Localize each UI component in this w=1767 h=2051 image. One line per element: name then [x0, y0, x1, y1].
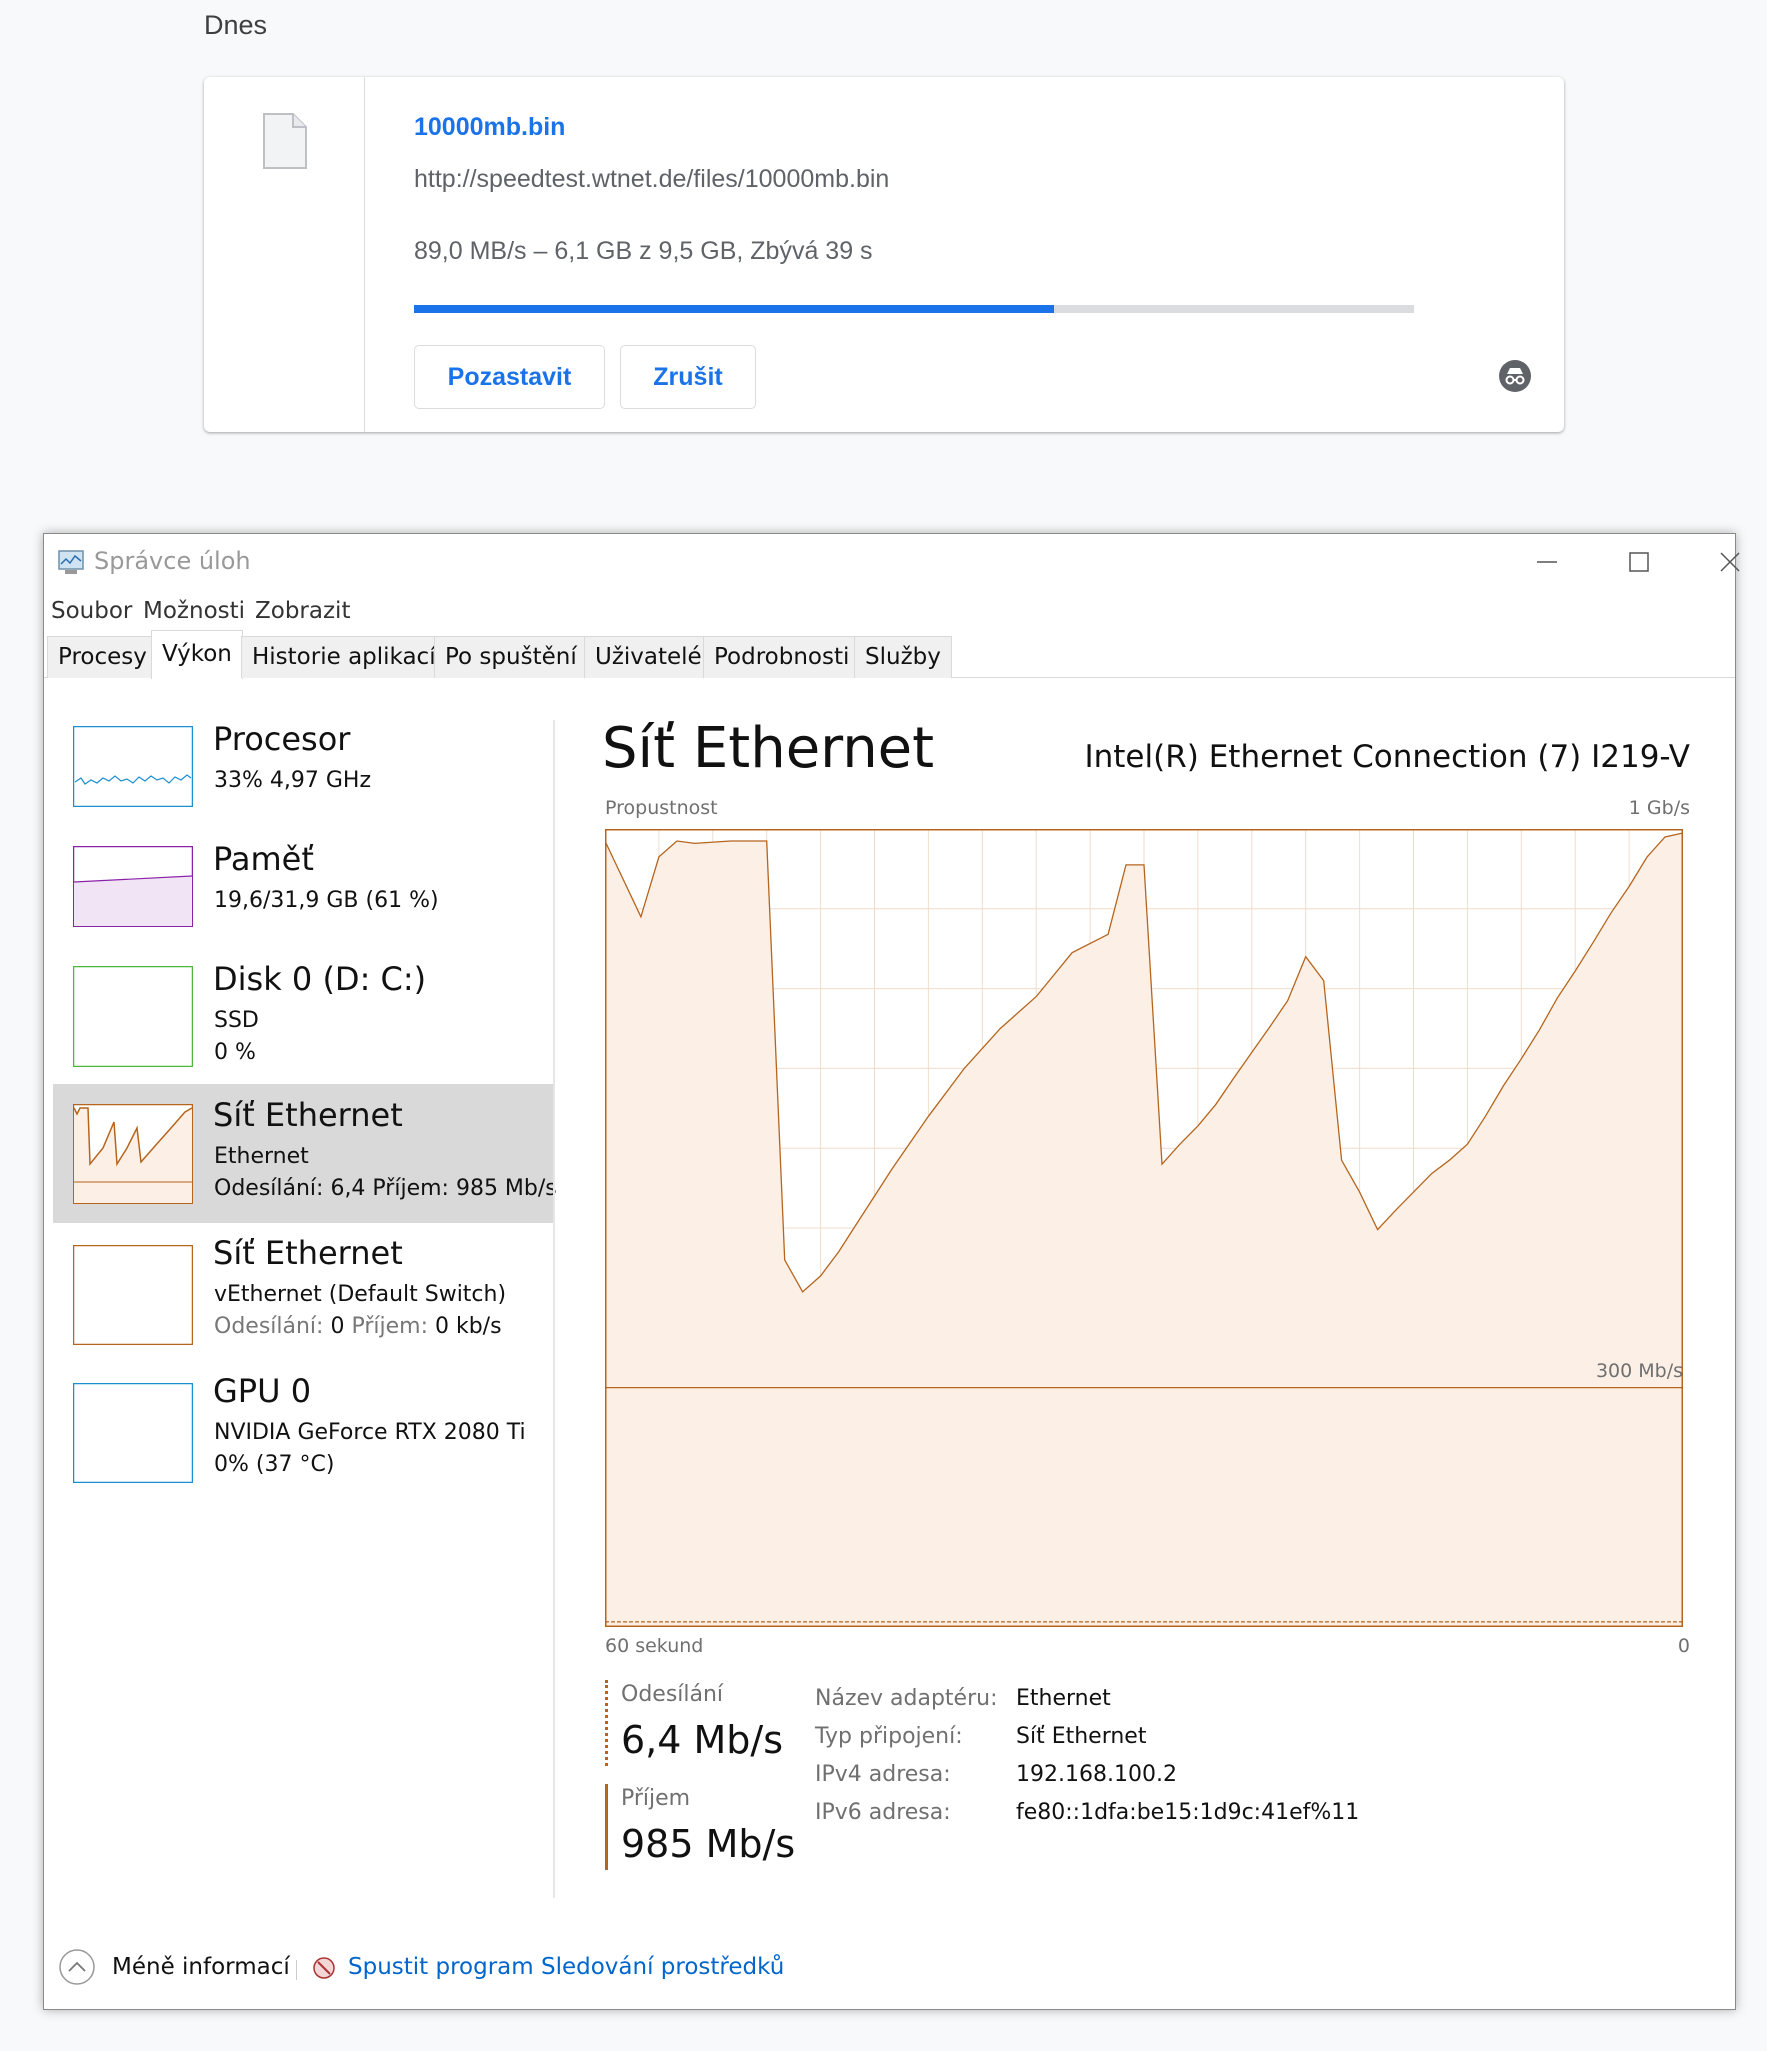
close-icon [1720, 552, 1740, 572]
resource-title: Paměť [213, 840, 314, 878]
download-filename-link[interactable]: 10000mb.bin [414, 113, 565, 142]
tab-vykon[interactable]: Výkon [151, 630, 243, 679]
receive-stat-value: 985 Mb/s [621, 1822, 796, 1866]
resource-memory[interactable]: Paměť 19,6/31,9 GB (61 %) [53, 828, 553, 967]
send-value: 0 [330, 1314, 345, 1339]
receive-stat: Příjem 985 Mb/s [605, 1784, 805, 1870]
adapter-name: Intel(R) Ethernet Connection (7) I219-V [1084, 739, 1690, 775]
memory-thumbnail-graph [73, 846, 193, 927]
tab-historie-aplikaci[interactable]: Historie aplikací [241, 636, 447, 678]
open-resource-monitor-link[interactable]: Spustit program Sledování prostředků [348, 1954, 784, 1980]
menu-bar: Soubor Možnosti Zobrazit [44, 592, 1735, 630]
resource-line: 19,6/31,9 GB (61 %) [214, 888, 439, 913]
graph-time-end-label: 0 [1677, 1635, 1690, 1657]
resource-title: Síť Ethernet [213, 1234, 403, 1272]
close-button[interactable] [1684, 534, 1767, 590]
tab-podrobnosti[interactable]: Podrobnosti [703, 636, 861, 678]
send-stat-value: 6,4 Mb/s [621, 1718, 784, 1762]
file-icon [263, 113, 307, 169]
resource-title: Disk 0 (D: C:) [213, 960, 427, 998]
prop-value-ipv6: fe80::1dfa:be15:1d9c:41ef%11 [1016, 1800, 1360, 1825]
resource-line: Ethernet [214, 1144, 309, 1169]
resource-monitor-icon [313, 1957, 335, 1979]
prop-value-ipv4: 192.168.100.2 [1016, 1762, 1177, 1787]
resource-line: vEthernet (Default Switch) [214, 1282, 507, 1307]
minimize-button[interactable] [1500, 534, 1592, 590]
graph-label: Propustnost [605, 797, 718, 819]
resource-line: 33% 4,97 GHz [214, 768, 372, 793]
tab-procesy[interactable]: Procesy [47, 636, 158, 678]
send-stat-label: Odesílání [621, 1682, 724, 1707]
resource-title: Síť Ethernet [213, 1096, 403, 1134]
receive-stat-label: Příjem [621, 1786, 691, 1811]
tab-bar: Procesy Výkon Historie aplikací Po spušt… [44, 630, 1735, 679]
send-legend-bar [605, 1680, 608, 1766]
resource-gpu[interactable]: GPU 0 NVIDIA GeForce RTX 2080 Ti 0% (37 … [53, 1360, 553, 1499]
send-stat: Odesílání 6,4 Mb/s [605, 1680, 805, 1766]
footer: Méně informací Spustit program Sledování… [44, 1942, 1735, 1996]
menu-moznosti[interactable]: Možnosti [143, 598, 245, 624]
receive-value: 0 kb/s [434, 1314, 502, 1339]
window-title: Správce úloh [94, 547, 251, 575]
footer-separator [296, 1960, 297, 1980]
task-manager-window: Správce úloh Soubor Možnosti Zobrazit Pr… [43, 533, 1740, 2010]
resource-cpu[interactable]: Procesor 33% 4,97 GHz [53, 708, 553, 847]
download-progress-fill [414, 305, 1054, 313]
incognito-icon [1499, 360, 1531, 392]
graph-time-start-label: 60 sekund [605, 1635, 704, 1657]
cancel-button[interactable]: Zrušit [620, 345, 756, 409]
ethernet-thumbnail-graph [73, 1104, 193, 1204]
pane-divider[interactable] [553, 720, 555, 1898]
resource-title: Procesor [213, 720, 351, 758]
download-icon-column [204, 77, 365, 432]
prop-key-connection-type: Typ připojení: [815, 1724, 963, 1749]
resource-line: Odesílání: 6,4 Příjem: 985 Mb/s [214, 1176, 557, 1201]
resource-line: 0% (37 °C) [214, 1452, 335, 1477]
minimize-icon [1537, 561, 1557, 563]
send-label: Odesílání: [214, 1314, 324, 1339]
title-bar[interactable]: Správce úloh [44, 534, 1740, 590]
gpu-thumbnail-graph [73, 1383, 193, 1483]
download-progress-bar [414, 305, 1414, 313]
prop-value-connection-type: Síť Ethernet [1016, 1724, 1147, 1749]
tab-po-spusteni[interactable]: Po spuštění [434, 636, 588, 678]
pause-button[interactable]: Pozastavit [414, 345, 605, 409]
prop-key-adapter: Název adaptéru: [815, 1686, 998, 1711]
cpu-thumbnail-graph [73, 726, 193, 807]
graph-max-label: 1 Gb/s [1628, 797, 1690, 819]
resource-line-traffic: Odesílání: 0 Příjem: 0 kb/s [214, 1314, 502, 1339]
maximize-button[interactable] [1592, 534, 1684, 590]
fewer-details-button[interactable]: Méně informací [112, 1954, 290, 1980]
tab-uzivatele[interactable]: Uživatelé [584, 636, 713, 678]
menu-soubor[interactable]: Soubor [51, 598, 132, 624]
disk-thumbnail-graph [73, 966, 193, 1067]
resource-vethernet[interactable]: Síť Ethernet vEthernet (Default Switch) … [53, 1222, 553, 1361]
vethernet-thumbnail-graph [73, 1245, 193, 1345]
download-status: 89,0 MB/s – 6,1 GB z 9,5 GB, Zbývá 39 s [414, 237, 873, 265]
receive-legend-bar [605, 1784, 608, 1870]
throughput-graph [605, 829, 1683, 1627]
download-card: 10000mb.bin http://speedtest.wtnet.de/fi… [204, 77, 1564, 432]
resource-line: SSD [214, 1008, 259, 1033]
prop-key-ipv6: IPv6 adresa: [815, 1800, 951, 1825]
receive-label: Příjem: [351, 1314, 428, 1339]
task-manager-app-icon [58, 550, 84, 574]
prop-value-adapter: Ethernet [1016, 1686, 1111, 1711]
resource-line: 0 % [214, 1040, 256, 1065]
graph-mid-label: 300 Mb/s [1595, 1360, 1683, 1382]
resource-title: GPU 0 [213, 1372, 312, 1410]
chevron-up-icon[interactable] [58, 1948, 96, 1986]
download-url[interactable]: http://speedtest.wtnet.de/files/10000mb.… [414, 165, 889, 194]
section-date-label: Dnes [204, 10, 268, 40]
prop-key-ipv4: IPv4 adresa: [815, 1762, 951, 1787]
resource-disk[interactable]: Disk 0 (D: C:) SSD 0 % [53, 948, 553, 1087]
resource-ethernet-selected[interactable]: Síť Ethernet Ethernet Odesílání: 6,4 Pří… [53, 1084, 557, 1223]
maximize-icon [1629, 552, 1649, 572]
perf-title: Síť Ethernet [602, 716, 935, 781]
resource-line: NVIDIA GeForce RTX 2080 Ti [214, 1420, 526, 1445]
menu-zobrazit[interactable]: Zobrazit [255, 598, 350, 624]
tab-sluzby[interactable]: Služby [854, 636, 952, 678]
